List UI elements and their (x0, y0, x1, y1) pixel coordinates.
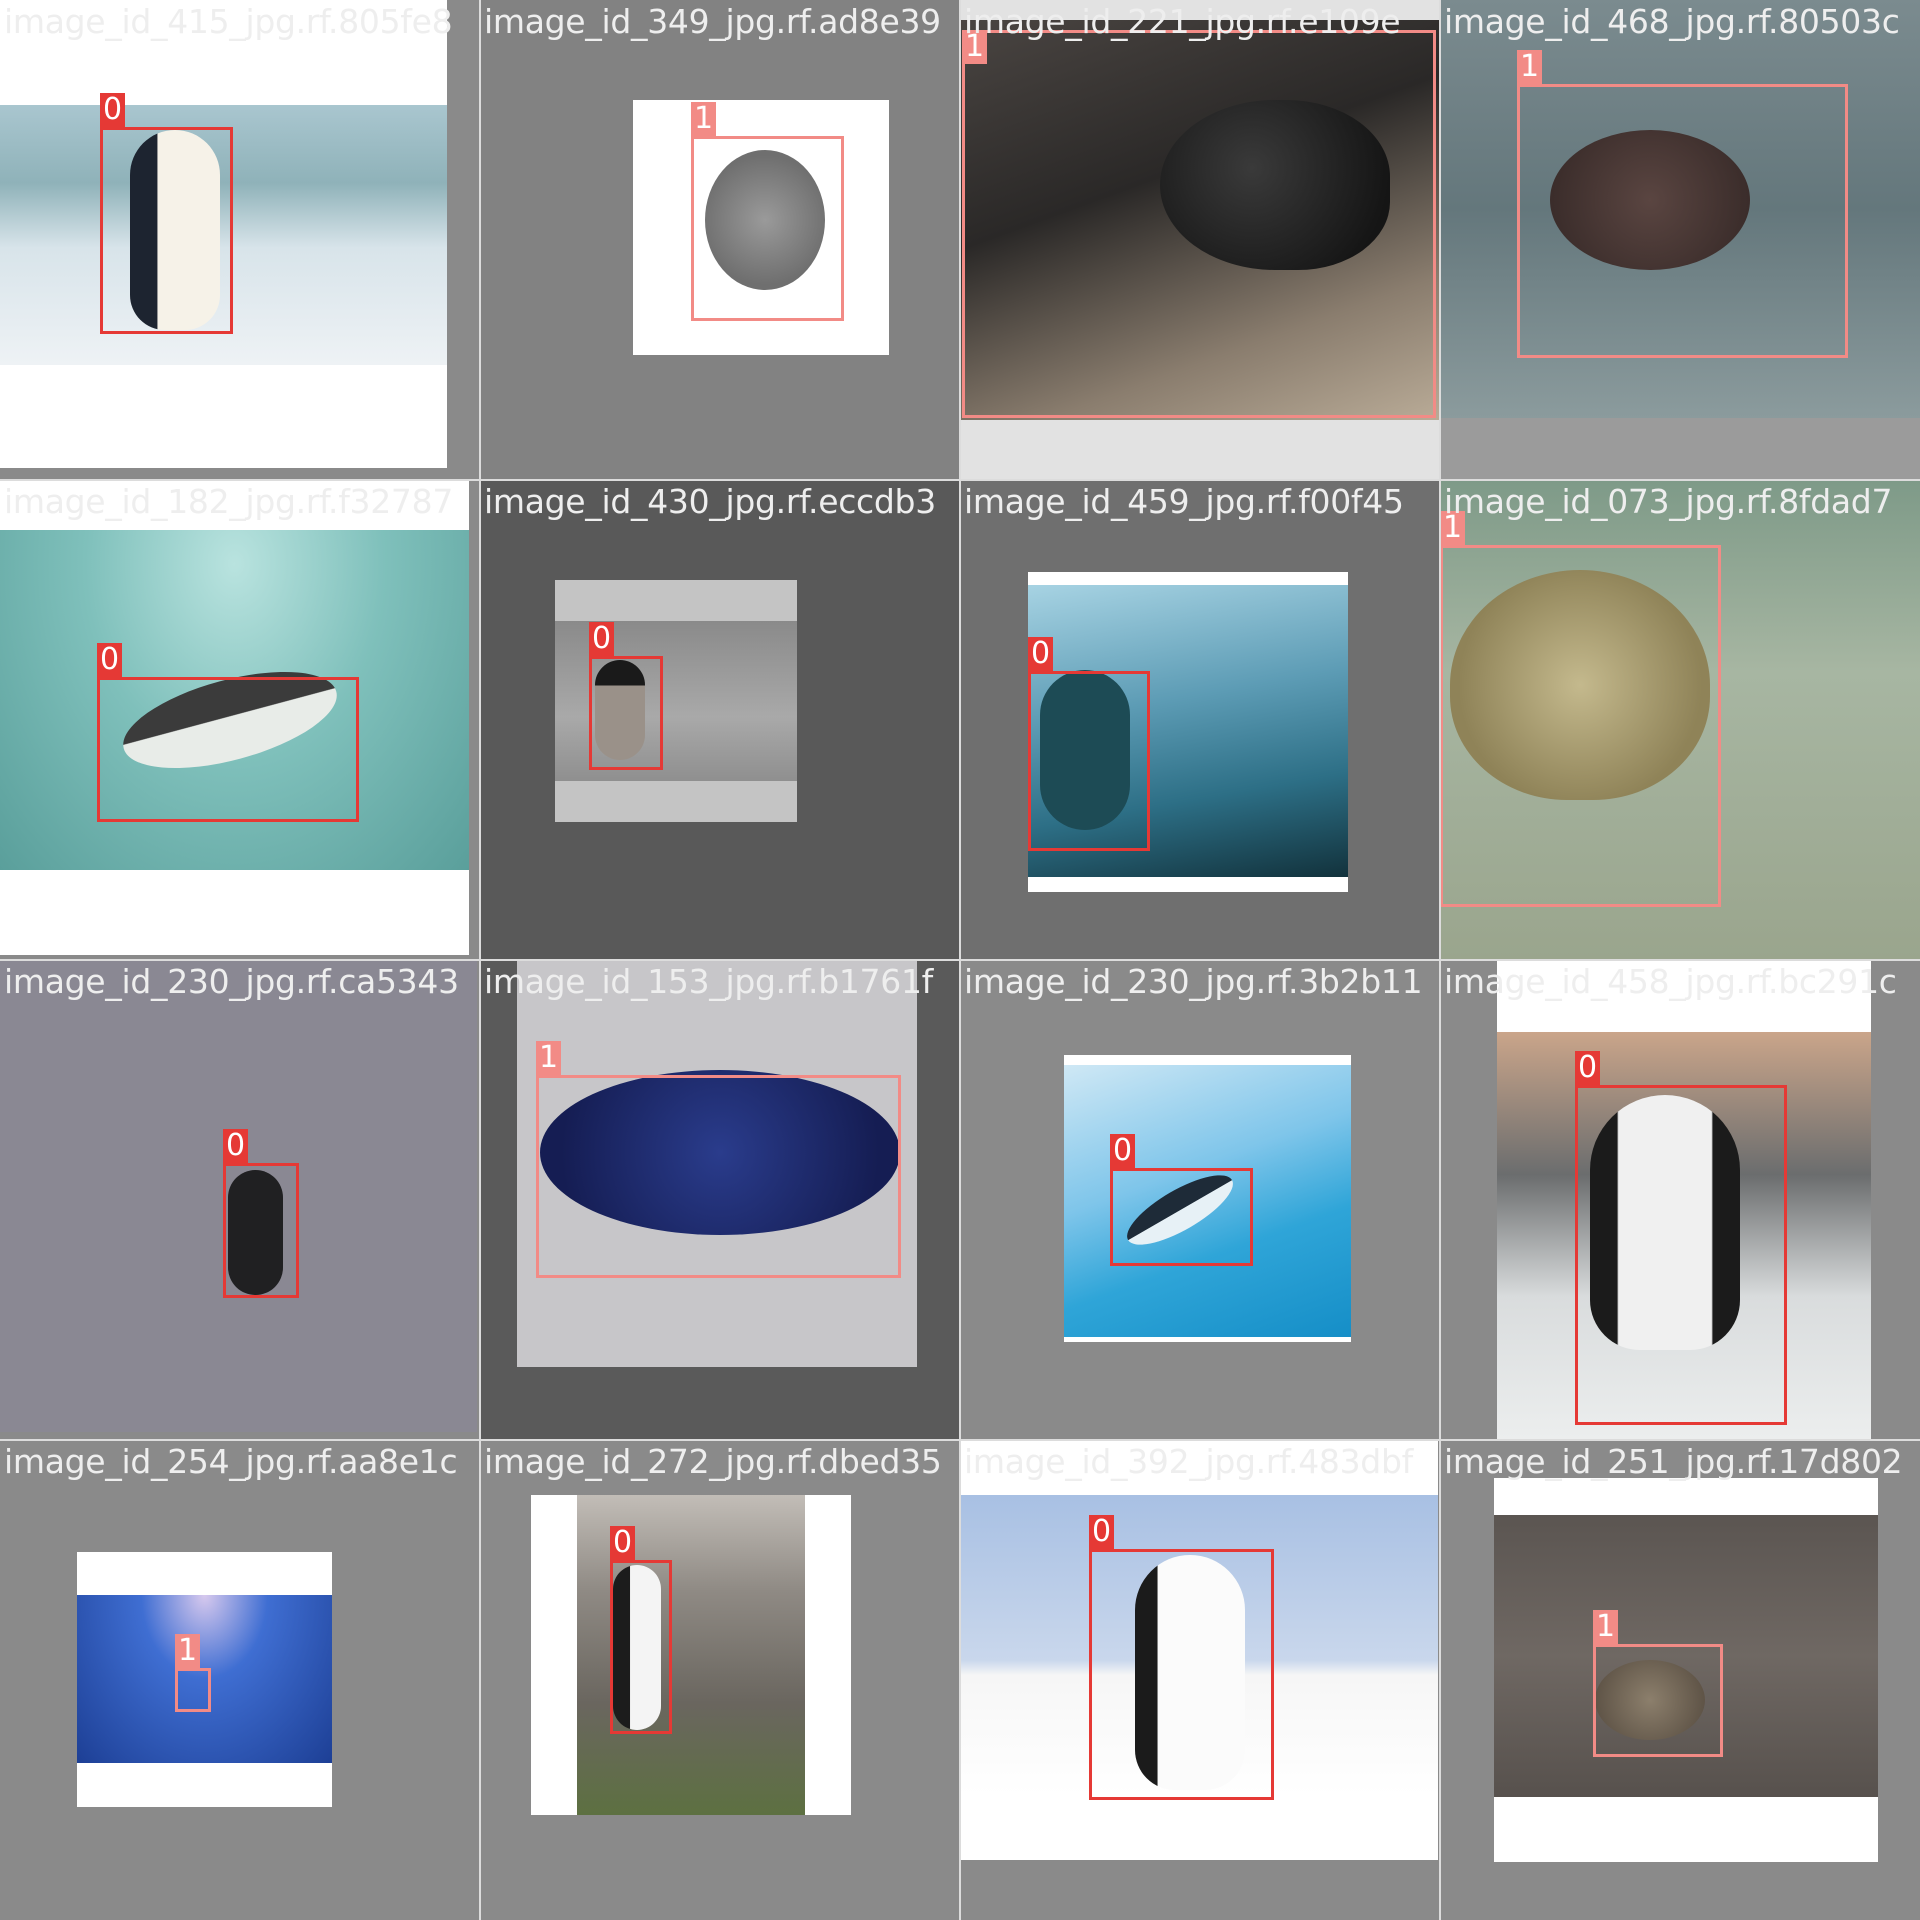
tile-filename: image_id_459_jpg.rf.f00f45 (964, 482, 1404, 521)
tile-filename: image_id_153_jpg.rf.b1761f (484, 962, 933, 1001)
bounding-box[interactable] (691, 136, 844, 321)
tile-1[interactable]: 0 image_id_415_jpg.rf.805fe8 (0, 0, 480, 480)
tile-11[interactable]: 0 image_id_230_jpg.rf.3b2b11 (960, 960, 1440, 1440)
box-class-label: 0 (1110, 1134, 1136, 1168)
tile-7[interactable]: 0 image_id_459_jpg.rf.f00f45 (960, 480, 1440, 960)
box-class-label: 0 (610, 1526, 636, 1560)
bounding-box[interactable] (97, 677, 359, 822)
bounding-box[interactable] (589, 656, 663, 770)
box-class-label: 1 (1593, 1610, 1619, 1644)
bounding-box[interactable] (175, 1668, 211, 1712)
bounding-box[interactable] (1110, 1168, 1253, 1266)
box-class-label: 0 (1575, 1051, 1601, 1085)
tile-filename: image_id_073_jpg.rf.8fdad7 (1444, 482, 1893, 521)
bounding-box[interactable] (610, 1560, 672, 1734)
box-class-label: 1 (175, 1634, 201, 1668)
box-class-label: 1 (1517, 50, 1543, 84)
tile-14[interactable]: 0 image_id_272_jpg.rf.dbed35 (480, 1440, 960, 1920)
tile-filename: image_id_182_jpg.rf.f32787 (4, 482, 454, 521)
tile-filename: image_id_254_jpg.rf.aa8e1c (4, 1442, 458, 1481)
bounding-box[interactable] (1593, 1644, 1723, 1757)
tile-filename: image_id_251_jpg.rf.17d802 (1444, 1442, 1903, 1481)
box-class-label: 0 (1089, 1515, 1115, 1549)
tile-15[interactable]: 0 image_id_392_jpg.rf.483dbf (960, 1440, 1440, 1920)
tile-filename: image_id_458_jpg.rf.bc291c (1444, 962, 1897, 1001)
box-class-label: 0 (589, 622, 615, 656)
tile-16[interactable]: 1 image_id_251_jpg.rf.17d802 (1440, 1440, 1920, 1920)
tile-9[interactable]: 0 image_id_230_jpg.rf.ca5343 (0, 960, 480, 1440)
bounding-box[interactable] (1089, 1549, 1274, 1800)
tile-filename: image_id_430_jpg.rf.eccdb3 (484, 482, 936, 521)
bounding-box[interactable] (1028, 671, 1150, 851)
tile-filename: image_id_349_jpg.rf.ad8e39 (484, 2, 941, 41)
detection-mosaic: 0 image_id_415_jpg.rf.805fe8 1 image_id_… (0, 0, 1920, 1920)
tile-divider (0, 1439, 1920, 1441)
box-class-label: 1 (691, 102, 717, 136)
tile-6[interactable]: 0 image_id_430_jpg.rf.eccdb3 (480, 480, 960, 960)
tile-4[interactable]: 1 image_id_468_jpg.rf.80503c (1440, 0, 1920, 480)
tile-divider (0, 959, 1920, 961)
tile-12[interactable]: 0 image_id_458_jpg.rf.bc291c (1440, 960, 1920, 1440)
bounding-box[interactable] (100, 127, 233, 334)
tile-filename: image_id_230_jpg.rf.3b2b11 (964, 962, 1423, 1001)
tile-5[interactable]: 0 image_id_182_jpg.rf.f32787 (0, 480, 480, 960)
box-class-label: 0 (97, 643, 123, 677)
tile-2[interactable]: 1 image_id_349_jpg.rf.ad8e39 (480, 0, 960, 480)
bounding-box[interactable] (1575, 1085, 1787, 1425)
box-class-label: 0 (1028, 637, 1054, 671)
tile-filename: image_id_415_jpg.rf.805fe8 (4, 2, 453, 41)
tile-3[interactable]: 1 image_id_221_jpg.rf.e109e (960, 0, 1440, 480)
tile-13[interactable]: 1 image_id_254_jpg.rf.aa8e1c (0, 1440, 480, 1920)
tile-filename: image_id_272_jpg.rf.dbed35 (484, 1442, 942, 1481)
bounding-box[interactable] (223, 1163, 299, 1298)
box-class-label: 0 (100, 93, 126, 127)
box-class-label: 0 (223, 1129, 249, 1163)
tile-filename: image_id_468_jpg.rf.80503c (1444, 2, 1900, 41)
tile-10[interactable]: 1 image_id_153_jpg.rf.b1761f (480, 960, 960, 1440)
bounding-box[interactable] (536, 1075, 901, 1278)
tile-filename: image_id_392_jpg.rf.483dbf (964, 1442, 1413, 1481)
tile-8[interactable]: 1 image_id_073_jpg.rf.8fdad7 (1440, 480, 1920, 960)
tile-filename: image_id_230_jpg.rf.ca5343 (4, 962, 459, 1001)
bounding-box[interactable] (1517, 84, 1848, 358)
bounding-box[interactable] (1440, 545, 1721, 907)
tile-divider (0, 479, 1920, 481)
bounding-box[interactable] (962, 30, 1436, 418)
box-class-label: 1 (536, 1041, 562, 1075)
tile-filename: image_id_221_jpg.rf.e109e (964, 2, 1401, 41)
